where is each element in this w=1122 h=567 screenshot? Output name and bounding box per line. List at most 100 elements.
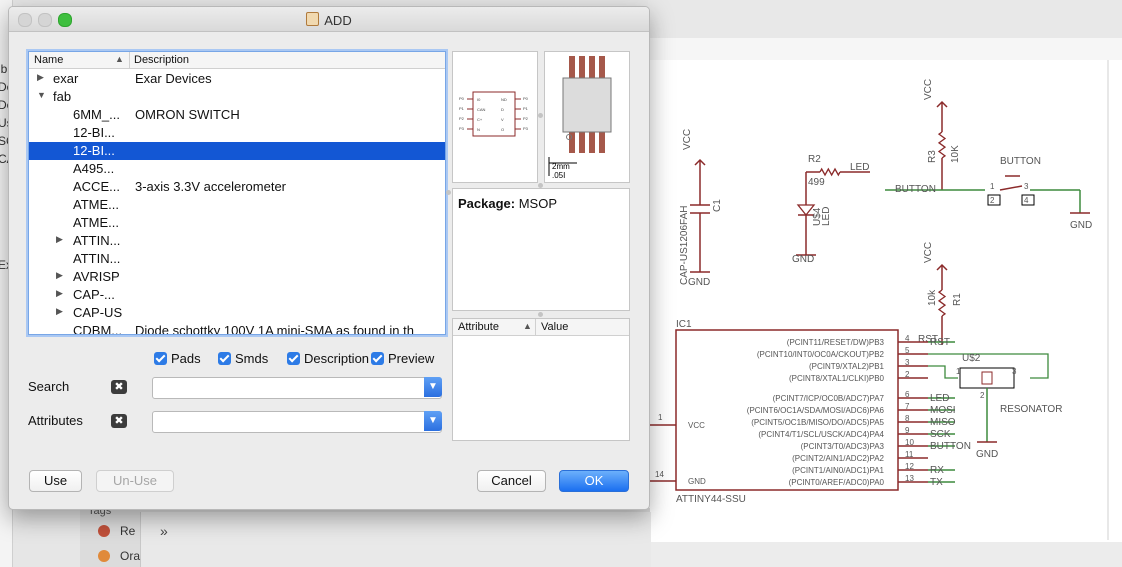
disclosure-expanded-icon[interactable]: ▼ xyxy=(37,90,46,100)
disclosure-collapsed-icon[interactable]: ▶ xyxy=(37,72,44,83)
tree-row[interactable]: ▶ exar Exar Devices xyxy=(29,70,445,88)
attributes-table[interactable]: Attribute ▲ Value xyxy=(452,318,630,441)
resistor-symbol xyxy=(937,131,947,159)
tag-label[interactable]: Re xyxy=(120,524,135,538)
command-line[interactable] xyxy=(648,38,1122,61)
clear-search-icon[interactable]: ✖ xyxy=(111,380,127,394)
disclosure-collapsed-icon[interactable]: ▶ xyxy=(56,270,63,281)
splitter-handle[interactable] xyxy=(538,113,543,118)
tree-row-name: CDBM... xyxy=(73,323,123,335)
net-label: VCC xyxy=(923,79,934,100)
tag-label[interactable]: Ora xyxy=(120,549,140,563)
disclosure-collapsed-icon[interactable]: ▶ xyxy=(56,288,63,299)
background-lower-subpanel xyxy=(140,512,651,567)
ic-pin-number: 6 xyxy=(905,390,910,399)
ic-pin-name: (PCINT11/RESET/DW)PB3 xyxy=(787,338,885,347)
use-button[interactable]: Use xyxy=(29,470,82,492)
tree-row[interactable]: ATME... xyxy=(29,214,445,232)
resistor-symbol xyxy=(937,289,947,317)
disclosure-collapsed-icon[interactable]: ▶ xyxy=(56,306,63,317)
tree-row[interactable]: ▶ CAP-... xyxy=(29,286,445,304)
smds-checkbox[interactable]: Smds xyxy=(218,351,268,367)
smds-checkbox-label: Smds xyxy=(235,351,269,366)
tree-row[interactable]: CDBM... Diode schottky 100V 1A mini-SMA a… xyxy=(29,322,445,335)
splitter-handle[interactable] xyxy=(538,312,543,317)
svg-text:C+: C+ xyxy=(477,117,483,122)
part-value: 10k xyxy=(927,289,938,306)
window-title: ADD xyxy=(9,12,649,28)
svg-text:P0: P0 xyxy=(459,96,465,101)
cancel-button[interactable]: Cancel xyxy=(477,470,546,492)
tree-row[interactable]: ▶ CAP-US xyxy=(29,304,445,322)
tree-row-description: Diode schottky 100V 1A mini-SMA as found… xyxy=(135,323,414,335)
pin-number: 3 xyxy=(1012,367,1017,376)
part-label: R1 xyxy=(952,293,963,306)
tree-row[interactable]: 12-BI... xyxy=(29,142,445,160)
pads-checkbox[interactable]: Pads xyxy=(154,351,201,367)
search-label: Search xyxy=(28,379,70,394)
tree-row-name: A495... xyxy=(73,161,115,176)
tree-row-description: 3-axis 3.3V accelerometer xyxy=(135,179,287,194)
attributes-dropdown-icon[interactable]: ▼ xyxy=(424,411,442,431)
tree-row[interactable]: 12-BI... xyxy=(29,124,445,142)
scale-label: 2mm xyxy=(552,162,570,171)
clear-attributes-icon[interactable]: ✖ xyxy=(111,414,127,428)
search-dropdown-icon[interactable]: ▼ xyxy=(424,377,442,397)
description-checkbox[interactable]: Description xyxy=(287,351,369,367)
column-header-description[interactable]: Description xyxy=(134,54,189,66)
title-bar: ADD xyxy=(9,7,649,32)
ic-pin-name: (PCINT10/INT0/OC0A/CKOUT)PB2 xyxy=(757,350,885,359)
tree-row-name: exar xyxy=(53,71,79,86)
svg-text:P2: P2 xyxy=(459,116,465,121)
pin-number: 2 xyxy=(980,391,985,400)
tree-row-name: fab xyxy=(53,89,72,104)
part-value: 10K xyxy=(950,145,961,163)
editor-toolbar xyxy=(648,0,1122,39)
tree-row[interactable]: ▶ AVRISP xyxy=(29,268,445,286)
package-label: Package: xyxy=(458,196,516,211)
library-tree[interactable]: Name ▲ Description ▶ exar Exar Devices ▼ fab… xyxy=(28,51,446,335)
attributes-combo[interactable]: ▼ xyxy=(152,411,442,433)
search-combo[interactable]: ▼ xyxy=(152,377,442,399)
net-label: MISO xyxy=(930,417,956,428)
ok-button[interactable]: OK xyxy=(559,470,629,492)
net-label: BUTTON xyxy=(895,184,936,195)
tag-color-dot xyxy=(98,525,110,537)
column-divider[interactable] xyxy=(535,319,536,335)
more-chevron-icon[interactable]: » xyxy=(160,523,168,539)
splitter-handle[interactable] xyxy=(446,190,451,195)
ic-pin-number: 13 xyxy=(905,474,914,483)
ic-pin-name: (PCINT1/AIN0/ADC1)PA1 xyxy=(792,466,884,475)
schematic-wire xyxy=(999,185,1023,191)
column-divider[interactable] xyxy=(129,52,130,68)
checkbox-checked-icon xyxy=(371,352,384,365)
tree-row[interactable]: ▼ fab xyxy=(29,88,445,106)
schematic-canvas[interactable]: VCCC1CAP-US1206FAHGNDR2499LEDU$4LEDGNDVC… xyxy=(648,60,1122,542)
net-label: GND xyxy=(976,449,998,460)
tag-color-dot xyxy=(98,550,110,562)
tree-row[interactable]: A495... xyxy=(29,160,445,178)
preview-checkbox[interactable]: Preview xyxy=(371,351,434,367)
disclosure-collapsed-icon[interactable]: ▶ xyxy=(56,234,63,245)
svg-text:P3: P3 xyxy=(523,126,529,131)
tree-row[interactable]: ▶ ATTIN... xyxy=(29,232,445,250)
column-header-name[interactable]: Name xyxy=(34,54,63,66)
window-title-text: ADD xyxy=(324,13,352,28)
tree-row[interactable]: 6MM_... OMRON SWITCH xyxy=(29,106,445,124)
resonator-body xyxy=(959,367,1015,389)
tree-row[interactable]: ATTIN... xyxy=(29,250,445,268)
ic-pin-number: 11 xyxy=(905,450,914,459)
ic-pin-name: (PCINT8/XTAL1/CLKI)PB0 xyxy=(789,374,885,383)
sort-ascending-icon[interactable]: ▲ xyxy=(523,321,532,331)
column-header-attribute[interactable]: Attribute xyxy=(458,321,499,333)
background-label-fragment: ib xyxy=(0,62,8,76)
sort-ascending-icon[interactable]: ▲ xyxy=(115,54,124,64)
scale-sub-label: .05I xyxy=(552,171,565,180)
part-label: U$2 xyxy=(962,353,981,364)
package-info-panel: Package: MSOP xyxy=(452,188,630,311)
tree-row-name: ATME... xyxy=(73,215,119,230)
column-header-value[interactable]: Value xyxy=(541,321,568,333)
tree-row[interactable]: ACCE... 3-axis 3.3V accelerometer xyxy=(29,178,445,196)
tree-row[interactable]: ATME... xyxy=(29,196,445,214)
unuse-button[interactable]: Un-Use xyxy=(96,470,174,492)
